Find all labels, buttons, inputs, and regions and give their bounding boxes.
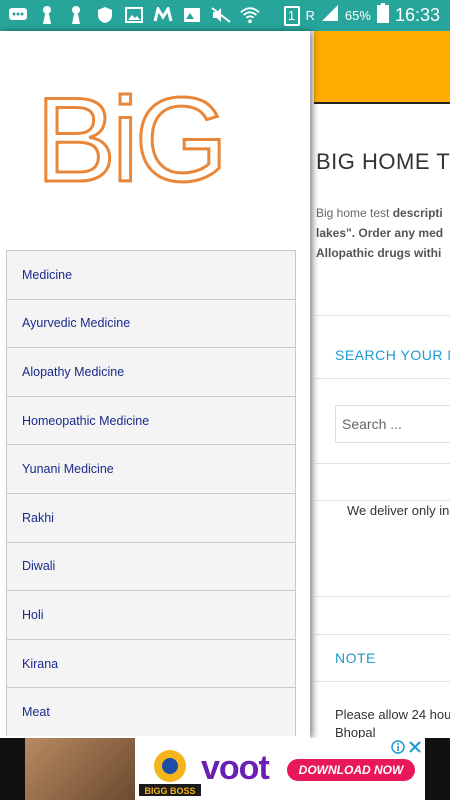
desc-plain: Big home test bbox=[316, 206, 393, 220]
ad-badge bbox=[391, 740, 421, 757]
divider bbox=[314, 378, 450, 379]
menu-item-yunani-medicine[interactable]: Yunani Medicine bbox=[6, 444, 296, 493]
close-icon[interactable] bbox=[409, 741, 421, 756]
note-text: Please allow 24 hou bbox=[335, 707, 450, 722]
page-title: BIG HOME T bbox=[316, 149, 450, 174]
main-page: BIG HOME T Big home test descripti lakes… bbox=[314, 31, 450, 738]
bigg-boss-text: BIGG BOSS bbox=[144, 786, 195, 796]
navigation-drawer: BiG Medicine Ayurvedic Medicine Alopathy… bbox=[0, 31, 310, 738]
pawn-icon bbox=[66, 5, 86, 25]
ad-content[interactable]: BIGG BOSS voot DOWNLOAD NOW bbox=[25, 738, 425, 800]
svg-text:BiG: BiG bbox=[36, 73, 224, 191]
info-icon[interactable] bbox=[391, 740, 405, 757]
gallery-icon bbox=[182, 5, 202, 25]
ad-image bbox=[25, 738, 135, 800]
wifi-icon bbox=[240, 5, 260, 25]
page-header-bar bbox=[314, 31, 450, 104]
divider bbox=[314, 315, 450, 316]
search-heading: SEARCH YOUR M bbox=[335, 347, 450, 363]
sim-slot-icon: 1 bbox=[283, 5, 300, 26]
menu-item-diwali[interactable]: Diwali bbox=[6, 541, 296, 591]
roaming-indicator: R bbox=[305, 8, 315, 23]
clock: 16:33 bbox=[394, 5, 440, 25]
drawer-menu: Medicine Ayurvedic Medicine Alopathy Med… bbox=[6, 250, 296, 736]
ad-banner[interactable]: BIGG BOSS voot DOWNLOAD NOW bbox=[0, 738, 450, 800]
menu-item-ayurvedic-medicine[interactable]: Ayurvedic Medicine bbox=[6, 298, 296, 348]
divider bbox=[314, 596, 450, 597]
battery-icon bbox=[376, 3, 389, 28]
desc-line-3: Allopathic drugs withi bbox=[316, 246, 442, 260]
desc-bold: descripti bbox=[392, 206, 443, 220]
shield-icon bbox=[95, 5, 115, 25]
notification-icons bbox=[8, 5, 260, 25]
menu-item-homeopathic-medicine[interactable]: Homeopathic Medicine bbox=[6, 395, 296, 445]
status-bar: 1 R 65% 16:33 bbox=[0, 0, 450, 31]
menu-item-meat[interactable]: Meat bbox=[6, 687, 296, 736]
mute-icon bbox=[211, 5, 231, 25]
menu-item-kirana[interactable]: Kirana bbox=[6, 638, 296, 688]
divider bbox=[314, 634, 450, 635]
m-app-icon bbox=[153, 5, 173, 25]
divider bbox=[314, 463, 450, 464]
bigg-boss-logo: BIGG BOSS bbox=[135, 742, 205, 798]
image-icon bbox=[124, 5, 144, 25]
voot-brand: voot bbox=[201, 749, 270, 787]
big-logo[interactable]: BiG bbox=[30, 71, 250, 209]
download-now-button[interactable]: DOWNLOAD NOW bbox=[287, 759, 415, 781]
pawn-icon bbox=[37, 5, 57, 25]
divider bbox=[314, 681, 450, 682]
divider bbox=[314, 500, 450, 501]
battery-percent: 65% bbox=[344, 8, 371, 23]
status-right: 1 R 65% 16:33 bbox=[283, 3, 440, 28]
search-input[interactable]: Search ... bbox=[335, 405, 450, 443]
chat-icon bbox=[8, 5, 28, 25]
page-description: Big home test descripti lakes". Order an… bbox=[316, 203, 450, 263]
desc-line-2: lakes". Order any med bbox=[316, 226, 444, 240]
menu-item-alopathy-medicine[interactable]: Alopathy Medicine bbox=[6, 347, 296, 396]
signal-icon bbox=[321, 4, 339, 27]
note-heading: NOTE bbox=[335, 650, 376, 666]
menu-item-medicine[interactable]: Medicine bbox=[6, 250, 296, 299]
delivery-notice: We deliver only in bbox=[347, 503, 450, 518]
menu-item-rakhi[interactable]: Rakhi bbox=[6, 492, 296, 542]
menu-item-holi[interactable]: Holi bbox=[6, 590, 296, 639]
note-text-city: Bhopal bbox=[335, 725, 376, 738]
